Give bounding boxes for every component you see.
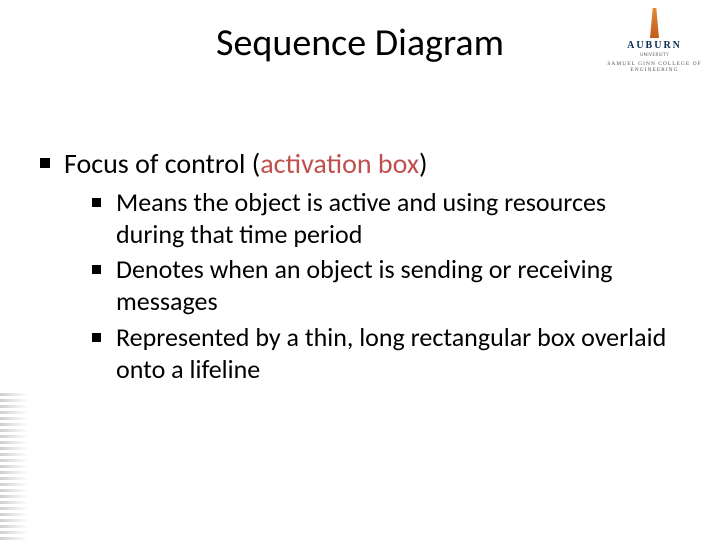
- bullet-text-highlight: activation box: [260, 146, 419, 181]
- decorative-stripes: [0, 260, 28, 540]
- bullet-lvl2: Means the object is active and using res…: [92, 187, 670, 250]
- slide-title: Sequence Diagram: [0, 20, 720, 66]
- slide: AUBURN UNIVERSITY SAMUEL GINN COLLEGE OF…: [0, 0, 720, 540]
- bullet-lvl1: Focus of control (activation box) Means …: [40, 146, 670, 385]
- slide-body: Focus of control (activation box) Means …: [40, 146, 670, 391]
- bullet-text-pre: Focus of control (: [64, 146, 260, 181]
- bullet-text-post: ): [419, 146, 428, 181]
- bullet-lvl2: Denotes when an object is sending or rec…: [92, 254, 670, 317]
- bullet-lvl2: Represented by a thin, long rectangular …: [92, 322, 670, 385]
